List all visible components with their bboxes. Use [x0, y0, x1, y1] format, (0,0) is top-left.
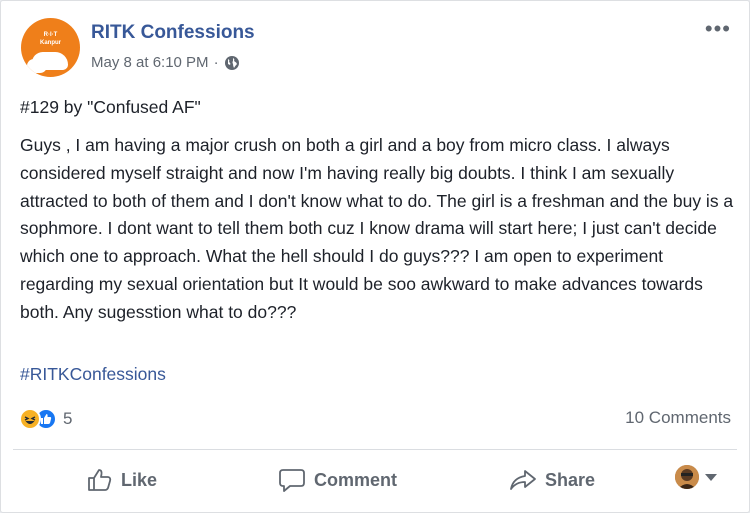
share-button[interactable]: Share	[509, 464, 595, 496]
share-label: Share	[545, 469, 596, 490]
meta-separator: ·	[213, 54, 219, 71]
comment-label: Comment	[314, 469, 398, 490]
like-button[interactable]: Like	[87, 464, 157, 496]
comments-count-link[interactable]: 10 Comments	[625, 408, 731, 428]
user-avatar	[675, 465, 699, 489]
react-as-selector[interactable]	[675, 465, 717, 489]
like-label: Like	[121, 469, 158, 490]
page-avatar[interactable]: R·I·T Kanpur	[21, 18, 80, 77]
chevron-down-icon	[705, 473, 717, 481]
hashtag-link[interactable]: #RITKConfessions	[20, 364, 166, 385]
avatar-cloud-shape-2	[32, 52, 68, 70]
thumbs-up-icon	[88, 469, 112, 491]
post-actions-bar: Like Comment Share	[1, 450, 750, 512]
post-body: Guys , I am having a major crush on both…	[20, 135, 734, 322]
post-title: #129 by "Confused AF"	[20, 97, 201, 117]
globe-icon[interactable]	[224, 55, 240, 71]
more-options-icon[interactable]: •••	[705, 18, 731, 40]
reactions-summary[interactable]: 5	[19, 405, 72, 433]
haha-icon	[19, 408, 41, 430]
post-header: R·I·T Kanpur RITK Confessions May 8 at 6…	[21, 18, 731, 80]
share-arrow-icon	[510, 470, 536, 490]
post-card: R·I·T Kanpur RITK Confessions May 8 at 6…	[0, 0, 750, 513]
post-meta: May 8 at 6:10 PM ·	[91, 54, 240, 71]
page-name-link[interactable]: RITK Confessions	[91, 22, 255, 44]
comment-bubble-icon	[279, 469, 305, 492]
avatar-text-mid: Kanpur	[40, 40, 61, 46]
avatar-text-top: R·I·T	[43, 32, 58, 38]
comment-button[interactable]: Comment	[278, 464, 397, 496]
reaction-count: 5	[63, 409, 73, 428]
post-timestamp[interactable]: May 8 at 6:10 PM	[91, 54, 209, 71]
